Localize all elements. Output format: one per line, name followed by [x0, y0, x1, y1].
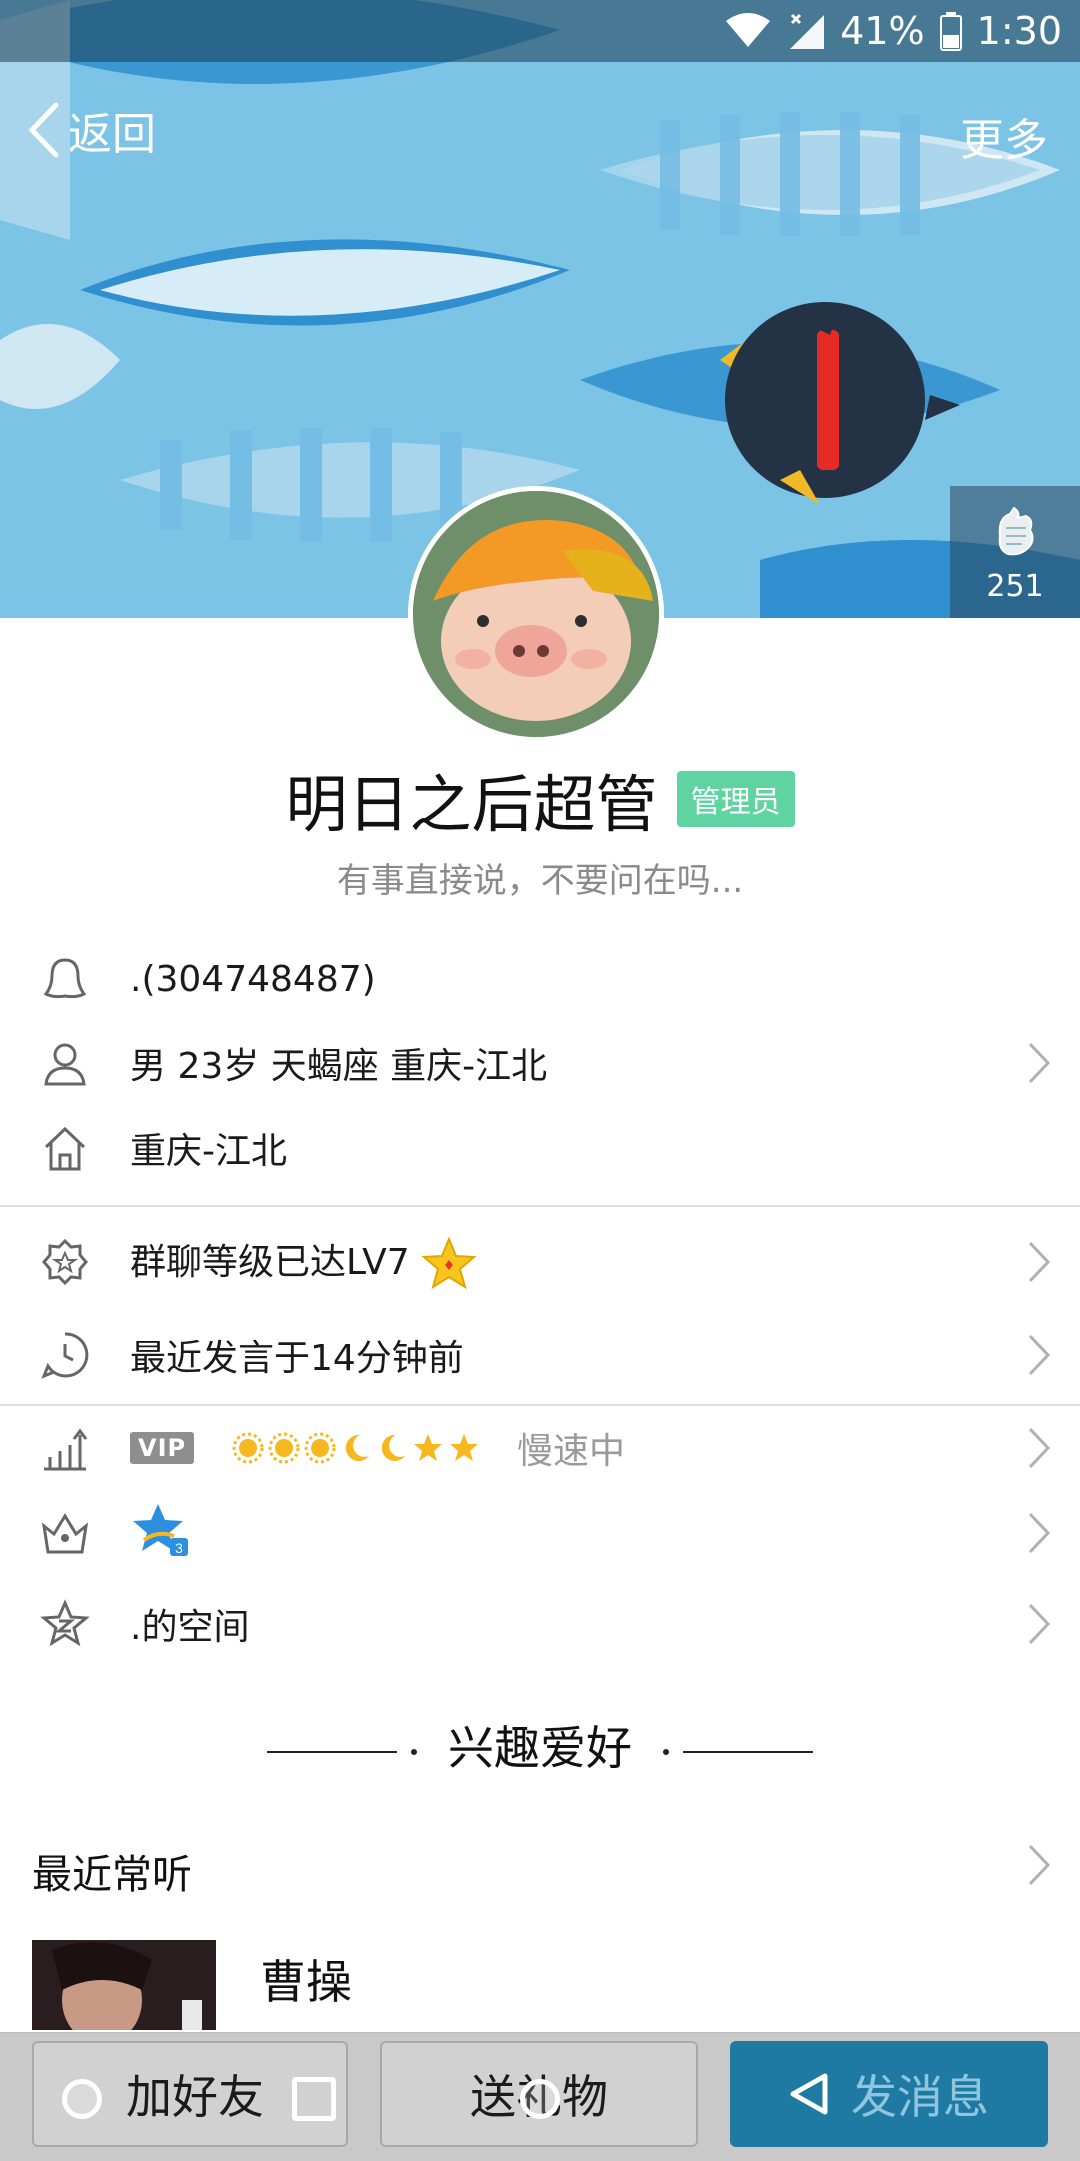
vip-row[interactable]: VIP 慢速中	[0, 1406, 1080, 1490]
admin-badge: 管理员	[676, 771, 795, 827]
star-gear-icon	[42, 1238, 88, 1286]
title-dot	[662, 1748, 669, 1755]
group-level: 群聊等级已达LV7	[130, 1233, 477, 1292]
hand-like-icon	[998, 506, 1034, 556]
profile-name-row: 明日之后超管 管理员	[0, 754, 1080, 844]
title-dot	[411, 1748, 418, 1755]
gold-star-icon	[421, 1235, 477, 1289]
vip-info: VIP 慢速中	[130, 1422, 625, 1474]
send-message-label: 发消息	[851, 2070, 989, 2124]
wifi-icon	[726, 13, 771, 47]
blue-star-badge-icon: 3	[133, 1503, 188, 1556]
song-title[interactable]: 曹操	[260, 1946, 352, 2012]
group-level-row[interactable]: 群聊等级已达LV7	[0, 1220, 1080, 1304]
svg-text:3: 3	[175, 1540, 183, 1556]
star-icon	[413, 1434, 442, 1461]
send-triangle-icon	[790, 2073, 828, 2115]
title-line	[267, 1750, 398, 1753]
moon-icon	[381, 1434, 405, 1461]
clock-icon	[41, 1332, 89, 1379]
hometown-row: 重庆-江北	[0, 1106, 1080, 1190]
likes-counter[interactable]: 251	[950, 486, 1080, 618]
interests-section-title: 兴趣爱好	[0, 1712, 1080, 1778]
growth-chart-icon	[44, 1428, 88, 1471]
crown-row[interactable]: 3	[0, 1491, 1080, 1575]
status-bar: 41% 1:30	[0, 0, 1080, 62]
chevron-right-icon	[1028, 1042, 1051, 1084]
sun-icon	[304, 1432, 336, 1464]
clock-time: 1:30	[976, 9, 1062, 53]
back-button[interactable]: 返回	[26, 98, 156, 162]
chevron-right-icon	[1028, 1603, 1051, 1645]
space-row[interactable]: .的空间	[0, 1582, 1080, 1666]
top-navigation: 返回 更多	[0, 92, 1080, 172]
sun-icon	[268, 1432, 300, 1464]
interests-title: 兴趣爱好	[448, 1721, 632, 1775]
recents-square-icon[interactable]	[292, 2077, 336, 2121]
crown-icon	[41, 1513, 89, 1554]
star-icon	[449, 1434, 478, 1461]
chevron-right-icon	[1028, 1512, 1051, 1554]
last-speak: 最近发言于14分钟前	[130, 1338, 464, 1379]
home-circle-icon[interactable]	[520, 2079, 560, 2119]
profile-name: 明日之后超管	[285, 768, 658, 841]
level-icons	[232, 1432, 480, 1464]
penguin-icon	[43, 958, 87, 999]
chevron-right-icon	[1028, 1427, 1051, 1469]
cellular-signal-icon	[790, 13, 825, 49]
battery-percent: 41%	[840, 9, 925, 53]
chevron-right-icon	[1028, 1334, 1051, 1376]
hometown: 重庆-江北	[130, 1131, 287, 1172]
nav-dot-icon[interactable]	[62, 2079, 102, 2119]
profile-signature: 有事直接说，不要问在吗...	[336, 861, 744, 901]
vip-badge: VIP	[130, 1432, 195, 1464]
crown-badges: 3	[130, 1500, 190, 1567]
person-icon	[44, 1043, 86, 1086]
likes-count: 251	[986, 569, 1044, 604]
section-divider	[0, 1205, 1080, 1207]
chevron-left-icon	[28, 102, 59, 158]
space-link: .的空间	[130, 1607, 250, 1648]
group-level-text: 群聊等级已达LV7	[130, 1241, 410, 1283]
star-icon	[40, 1599, 90, 1647]
qq-number: .(304748487)	[130, 958, 376, 1000]
more-button[interactable]: 更多	[960, 104, 1048, 168]
chevron-right-icon[interactable]	[1026, 1842, 1052, 1888]
album-art	[32, 1940, 216, 2030]
basic-info: 男 23岁 天蝎座 重庆-江北	[130, 1046, 548, 1087]
pig-avatar-image	[413, 491, 659, 737]
title-line	[682, 1750, 813, 1753]
add-friend-label: 加好友	[126, 2070, 264, 2124]
avatar[interactable]	[408, 486, 664, 742]
sun-icon	[232, 1432, 264, 1464]
qq-number-row: .(304748487)	[0, 937, 1080, 1021]
moon-icon	[345, 1434, 369, 1461]
bottom-action-bar: 加好友 送礼物 发消息	[0, 2032, 1080, 2161]
last-speak-row[interactable]: 最近发言于14分钟前	[0, 1313, 1080, 1397]
vip-status: 慢速中	[517, 1431, 626, 1472]
house-icon	[44, 1126, 86, 1171]
chevron-right-icon	[1028, 1241, 1051, 1283]
recent-listen-label: 最近常听	[32, 1852, 192, 1898]
battery-icon	[939, 12, 962, 51]
back-label: 返回	[68, 109, 156, 160]
send-message-button[interactable]: 发消息	[730, 2041, 1048, 2147]
song-cover-image[interactable]	[32, 1940, 216, 2030]
basic-info-row[interactable]: 男 23岁 天蝎座 重庆-江北	[0, 1021, 1080, 1105]
